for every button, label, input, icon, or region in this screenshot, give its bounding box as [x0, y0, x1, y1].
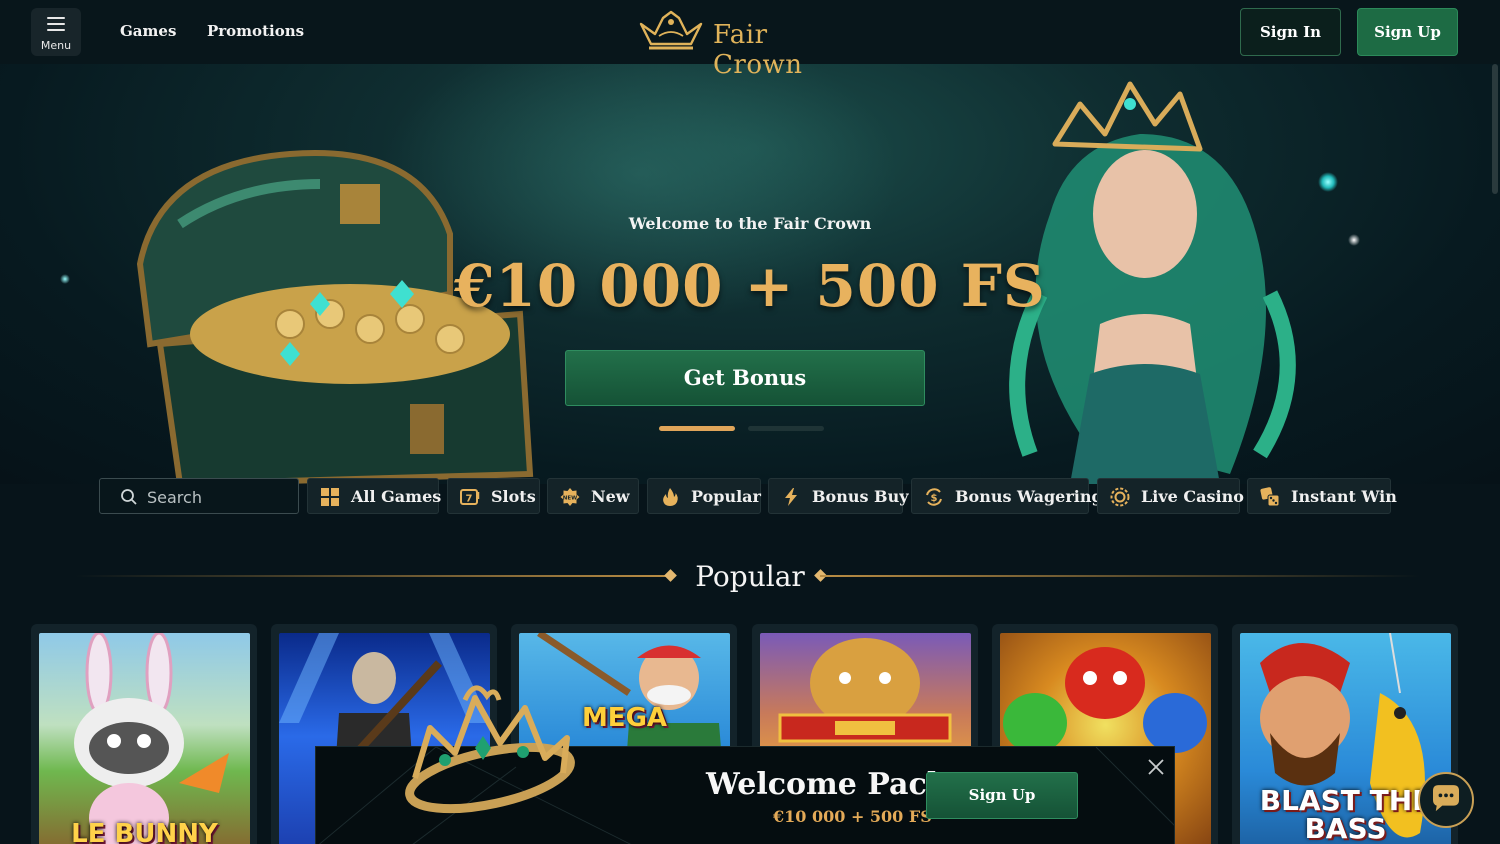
nav-promotions-link[interactable]: Promotions: [207, 22, 304, 40]
game-thumbnail: LE BUNNY: [39, 633, 250, 844]
top-header: Menu Games Promotions Fair Crown Sign In…: [0, 0, 1500, 80]
category-label: Bonus Buy: [812, 487, 909, 506]
category-bonus-buy[interactable]: Bonus Buy: [768, 478, 909, 514]
close-icon[interactable]: [1146, 757, 1166, 777]
game-title: LE BUNNY: [71, 819, 218, 844]
category-label: All Games: [351, 487, 442, 506]
brand-logo[interactable]: Fair Crown: [637, 8, 857, 80]
category-label: Instant Win: [1291, 487, 1397, 506]
menu-button[interactable]: Menu: [31, 8, 81, 56]
sign-in-button[interactable]: Sign In: [1240, 8, 1341, 56]
category-label: Popular: [691, 487, 761, 506]
menu-label: Menu: [40, 39, 72, 52]
game-card[interactable]: LE BUNNY: [31, 624, 257, 844]
bunny-character-image: [74, 633, 229, 844]
category-popular[interactable]: Popular: [647, 478, 761, 514]
category-label: Bonus Wagering: [955, 487, 1103, 506]
category-new[interactable]: NEW New: [547, 478, 639, 514]
get-bonus-button[interactable]: Get Bonus: [565, 350, 925, 406]
svg-text:NEW: NEW: [563, 496, 577, 502]
chip-icon: [1110, 487, 1130, 507]
category-live-casino[interactable]: Live Casino: [1097, 478, 1244, 514]
brand-name: Fair Crown: [713, 20, 803, 80]
category-instant-win[interactable]: Instant Win: [1247, 478, 1397, 514]
live-chat-button[interactable]: [1418, 772, 1474, 828]
new-badge-icon: NEW: [560, 488, 580, 506]
dollar-cycle-icon: $: [926, 488, 942, 506]
crown-logo-icon: [639, 10, 703, 50]
page-scrollbar[interactable]: [1492, 64, 1498, 194]
category-all-games[interactable]: All Games: [307, 478, 442, 514]
svg-text:$: $: [931, 493, 938, 504]
hero-subtitle: Welcome to the Fair Crown: [628, 214, 872, 233]
hero-banner: Welcome to the Fair Crown €10 000 + 500 …: [0, 64, 1500, 484]
search-input[interactable]: [147, 485, 287, 509]
hamburger-icon: [47, 17, 65, 31]
svg-text:7: 7: [466, 494, 473, 505]
sign-up-button[interactable]: Sign Up: [1357, 8, 1458, 56]
crown-image: [405, 685, 575, 814]
carousel-dot-1[interactable]: [659, 426, 735, 431]
popup-sign-up-button[interactable]: Sign Up: [926, 772, 1078, 819]
lightning-icon: [785, 488, 797, 506]
chat-bubble-icon: [1433, 785, 1459, 812]
hero-offer-title: €10 000 + 500 FS: [454, 252, 1046, 320]
dice-icon: [1260, 487, 1280, 507]
slot-machine-icon: 7: [460, 489, 480, 505]
section-divider-right: [820, 575, 1420, 577]
nav-games-link[interactable]: Games: [120, 22, 176, 40]
search-icon: [121, 489, 137, 505]
category-bonus-wagering[interactable]: $ Bonus Wagering: [911, 478, 1103, 514]
category-label: Slots: [491, 487, 536, 506]
carousel-dot-2[interactable]: [748, 426, 824, 431]
search-box: [99, 478, 299, 514]
flame-icon: [663, 488, 678, 506]
category-slots[interactable]: 7 Slots: [447, 478, 540, 514]
popup-title: Welcome Pack: [706, 767, 948, 802]
popup-amount: €10 000 + 500 FS: [773, 807, 932, 826]
category-label: New: [591, 487, 630, 506]
grid-icon: [321, 488, 339, 506]
category-label: Live Casino: [1141, 487, 1244, 506]
